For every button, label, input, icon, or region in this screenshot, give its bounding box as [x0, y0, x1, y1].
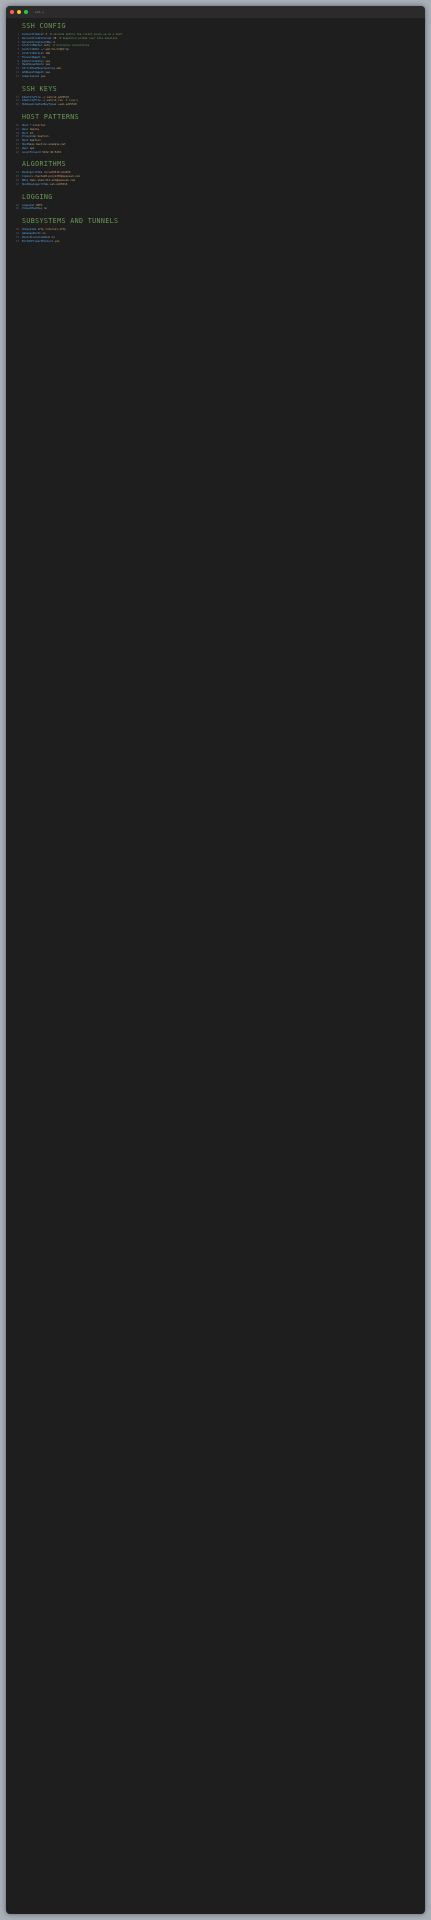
config-value: bastion: [29, 139, 41, 143]
config-key: Host: [22, 123, 29, 127]
config-value: +ssh-ed25519: [57, 103, 77, 107]
config-key: Compression: [22, 74, 40, 78]
config-key: User: [22, 146, 29, 150]
line-number: 15: [15, 103, 19, 107]
title-bar: ssh.y: [6, 6, 425, 18]
config-key: ServerAliveInterval: [22, 36, 52, 40]
line-number: 12: [15, 74, 19, 78]
config-value: bastion.example.net: [36, 142, 66, 146]
config-key: VisualHostKey: [22, 207, 43, 211]
config-value: no: [42, 55, 46, 59]
config-key: IdentityFile: [22, 99, 41, 103]
config-comment: # legacy: [62, 99, 79, 103]
config-key: HashKnownHosts: [22, 63, 44, 67]
config-key: KexAlgorithms: [22, 171, 43, 175]
code-editor[interactable]: SSH CONFIG 1 ConnectTimeout 3 # seconds be…: [10, 20, 421, 1910]
section-banner: SSH CONFIG: [22, 22, 66, 30]
section-banner: ALGORITHMS: [22, 160, 66, 169]
section-banner: SUBSYSTEMS AND TUNNELS: [22, 217, 119, 226]
config-key: ControlMaster: [22, 44, 43, 48]
config-key: HostName: [22, 142, 35, 146]
config-value: yes: [45, 70, 51, 74]
config-key: ExitOnForwardFailure: [22, 239, 54, 243]
config-value: 5432 db:5432: [42, 150, 62, 154]
config-key: ProxyJump: [22, 135, 37, 139]
config-value: chacha20-poly1305@openssh.com: [34, 175, 80, 179]
config-value: no: [43, 207, 47, 211]
config-key: StrictHostKeyChecking: [22, 67, 55, 71]
config-key: HostKeyAlgorithms: [22, 182, 49, 186]
config-value: ~/.ssh/cm-%r@%h:%p: [40, 48, 69, 52]
config-key: GatewayPorts: [22, 231, 41, 235]
config-value: bastion: [37, 135, 49, 139]
config-key: AddKeysToAgent: [22, 70, 44, 74]
config-value: ~/.ssh/id_rsa: [42, 99, 63, 103]
config-value: ask: [56, 67, 62, 71]
config-key: MACs: [22, 178, 29, 182]
config-value: sftp internal-sftp: [37, 228, 66, 232]
config-value: 10m: [45, 51, 51, 55]
config-key: Ciphers: [22, 175, 33, 179]
config-value: yes: [54, 239, 60, 243]
config-key: Subsystem: [22, 228, 37, 232]
config-value: ops: [29, 146, 35, 150]
file-label: ssh.y: [35, 10, 45, 14]
line-number: 23: [15, 150, 19, 154]
config-key: ConnectTimeout: [22, 33, 44, 36]
config-value: yes: [45, 63, 51, 67]
config-value: no: [51, 235, 55, 239]
config-comment: # multiplex connections: [50, 44, 90, 48]
config-value: yes: [40, 74, 46, 78]
line-number: 27: [15, 182, 19, 186]
section-banner: SSH KEYS: [22, 84, 58, 93]
config-value: no: [42, 231, 46, 235]
config-key: PermitLocalCommand: [22, 235, 51, 239]
section-banner: LOGGING: [22, 192, 53, 201]
line-number: 33: [15, 239, 19, 243]
config-key: LocalForward: [22, 150, 41, 154]
close-button[interactable]: [10, 10, 14, 14]
config-key: ControlPath: [22, 48, 40, 52]
line-number: 29: [15, 207, 19, 211]
config-comment: # seconds before the client gives up on …: [47, 33, 122, 36]
config-value: *.internal: [29, 123, 46, 127]
config-key: User: [22, 127, 29, 131]
config-key: PubkeyAcceptedKeyTypes: [22, 103, 57, 107]
config-value: curve25519-sha256: [43, 171, 71, 175]
config-key: ForwardAgent: [22, 55, 41, 59]
config-comment: # keepalive probes over idle sessions: [56, 36, 118, 40]
config-key: Host: [22, 139, 29, 143]
maximize-button[interactable]: [24, 10, 28, 14]
section-banner: HOST PATTERNS: [22, 112, 79, 121]
config-value: hmac-sha2-512-etm@openssh.com: [29, 178, 76, 182]
config-value: deploy: [29, 127, 40, 131]
config-key: ControlPersist: [22, 51, 44, 55]
minimize-button[interactable]: [17, 10, 21, 14]
editor-window: ssh.y SSH CONFIG 1 ConnectTimeout 3 # seco…: [6, 6, 425, 1914]
config-value: ssh-ed25519: [50, 182, 68, 186]
